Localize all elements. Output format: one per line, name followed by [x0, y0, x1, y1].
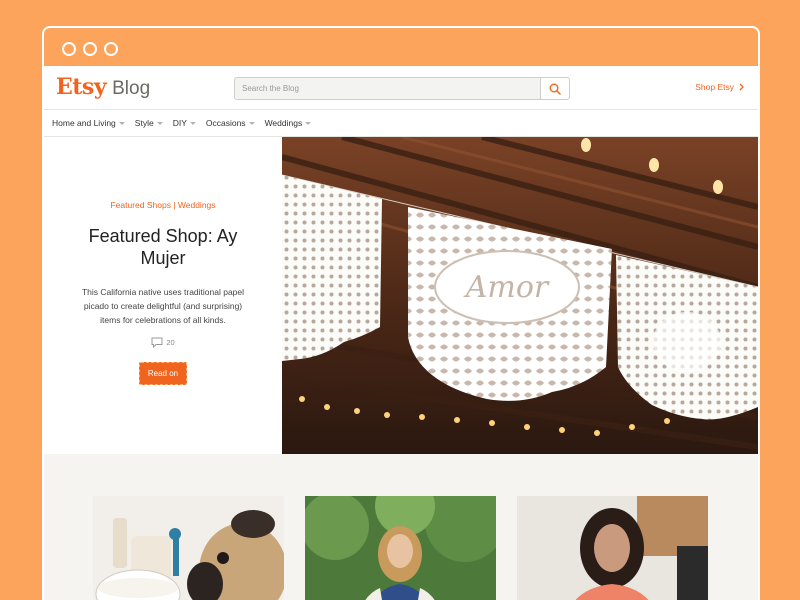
article-grid [44, 454, 758, 600]
nav-item-label: Style [134, 118, 154, 128]
category-nav: Home and Living Style DIY Occasions Wedd… [44, 110, 758, 137]
nav-item-occasions[interactable]: Occasions [206, 118, 255, 128]
hero-text-panel: Featured Shops | Weddings Featured Shop:… [44, 137, 282, 454]
hero-categories[interactable]: Featured Shops | Weddings [44, 200, 282, 210]
shop-etsy-link[interactable]: Shop Etsy [695, 82, 744, 92]
logo-section: Blog [112, 78, 151, 99]
nav-item-style[interactable]: Style [135, 118, 163, 128]
article-card-image[interactable] [93, 496, 284, 600]
window-minimize-button[interactable] [83, 42, 97, 56]
search-input[interactable] [235, 78, 540, 99]
chevron-right-icon [739, 83, 744, 91]
etsy-blog-logo[interactable]: Etsy Blog [56, 74, 150, 100]
blog-page: Etsy Blog Shop Etsy [44, 66, 758, 600]
nav-item-label: DIY [172, 118, 187, 128]
caret-down-icon [189, 121, 196, 125]
search-button[interactable] [540, 78, 569, 99]
nav-item-weddings[interactable]: Weddings [265, 118, 312, 128]
search-bar [234, 77, 570, 100]
caret-down-icon [156, 121, 163, 125]
shop-etsy-label: Shop Etsy [695, 82, 734, 92]
hero-image-papel-picado[interactable]: Amor [282, 137, 758, 454]
window-maximize-button[interactable] [104, 42, 118, 56]
logo-brand: Etsy [56, 74, 107, 100]
comment-count[interactable]: 20 [44, 337, 282, 348]
site-header: Etsy Blog Shop Etsy [44, 66, 758, 110]
featured-hero: Featured Shops | Weddings Featured Shop:… [44, 137, 758, 454]
caret-down-icon [305, 121, 312, 125]
hero-description: This California native uses traditional … [81, 287, 245, 325]
comment-count-value: 20 [166, 338, 175, 347]
browser-window: Etsy Blog Shop Etsy [42, 26, 760, 600]
nav-item-label: Occasions [205, 118, 246, 128]
article-card-image[interactable] [517, 496, 708, 600]
caret-down-icon [248, 121, 255, 125]
nav-item-label: Home and Living [52, 118, 116, 128]
window-close-button[interactable] [62, 42, 76, 56]
nav-item-diy[interactable]: DIY [173, 118, 196, 128]
window-titlebar [44, 28, 758, 66]
nav-item-home-and-living[interactable]: Home and Living [52, 118, 125, 128]
comment-icon [151, 337, 163, 348]
article-card-image[interactable] [305, 496, 496, 600]
hero-image-banner-text: Amor [463, 270, 550, 305]
hero-title[interactable]: Featured Shop: Ay Mujer [73, 225, 253, 269]
caret-down-icon [118, 121, 125, 125]
nav-item-label: Weddings [264, 118, 303, 128]
search-icon [549, 83, 561, 95]
read-on-button[interactable]: Read on [138, 362, 188, 385]
